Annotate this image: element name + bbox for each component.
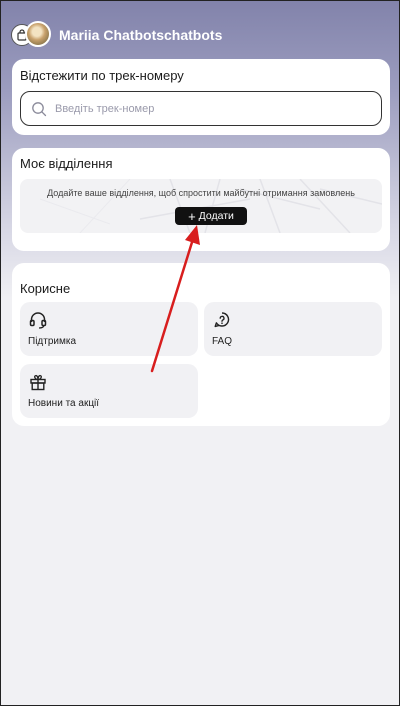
tracking-number-input[interactable]: [55, 102, 355, 115]
account-avatars[interactable]: [11, 21, 51, 49]
tracking-search-box[interactable]: [20, 91, 382, 126]
support-label: Підтримка: [28, 336, 77, 347]
tracking-card: Відстежити по трек-номеру: [12, 59, 390, 135]
my-branch-card: Моє відділення Додайте ваше відділення, …: [12, 148, 390, 251]
avatar[interactable]: [25, 21, 51, 47]
branch-hint-text: Додайте ваше відділення, щоб спростити м…: [47, 188, 355, 198]
search-icon: [32, 101, 47, 116]
news-promotions-tile[interactable]: Новини та акції: [20, 364, 198, 418]
useful-card: Корисне Підтримка FAQ Новини та акції: [12, 263, 390, 426]
help-chat-icon: [214, 312, 230, 328]
headset-icon: [29, 312, 47, 329]
news-promotions-label: Новини та акції: [28, 398, 100, 409]
useful-title: Корисне: [20, 281, 71, 296]
add-branch-button[interactable]: + Додати: [175, 207, 247, 225]
app-header: Mariia Chatbotschatbots: [11, 21, 222, 49]
support-tile[interactable]: Підтримка: [20, 302, 198, 356]
branch-title: Моє відділення: [20, 156, 113, 171]
branch-map-placeholder: Додайте ваше відділення, щоб спростити м…: [20, 179, 382, 233]
plus-icon: +: [188, 208, 196, 224]
gift-icon: [30, 374, 46, 391]
faq-tile[interactable]: FAQ: [204, 302, 382, 356]
tracking-title: Відстежити по трек-номеру: [20, 68, 184, 83]
faq-label: FAQ: [212, 336, 233, 347]
add-branch-label: Додати: [198, 210, 234, 222]
user-name[interactable]: Mariia Chatbotschatbots: [59, 27, 222, 43]
